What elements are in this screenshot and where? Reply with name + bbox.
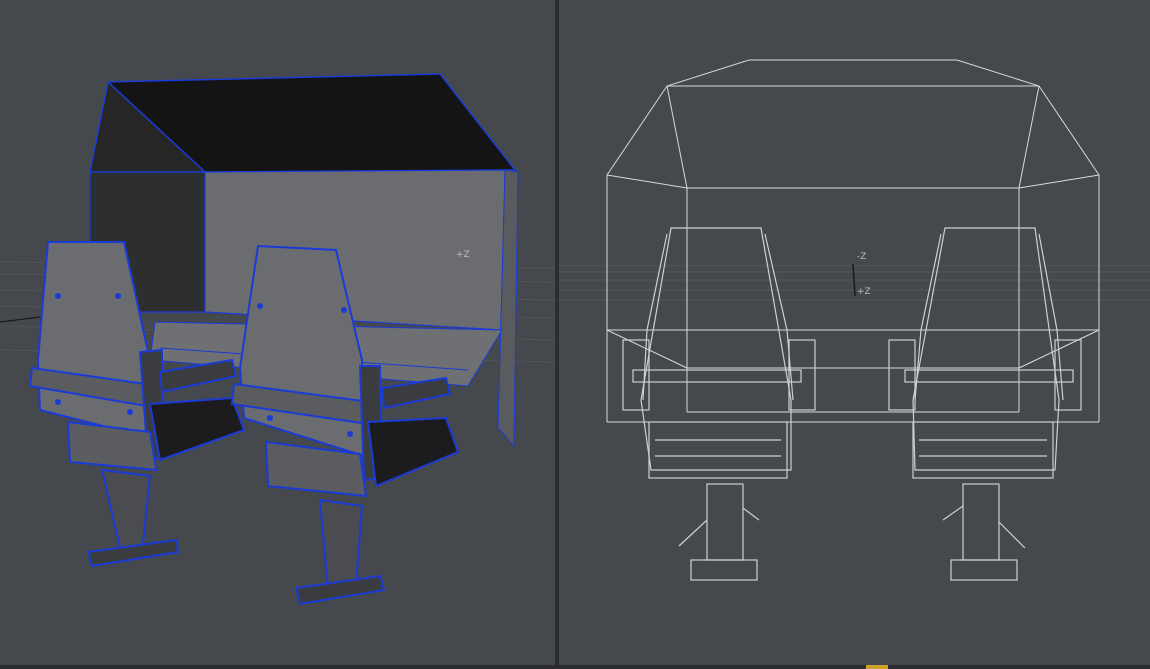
status-strip: [0, 665, 1150, 669]
neg-z-axis-label: -Z: [857, 252, 867, 262]
chair-right-wireframe: [888, 227, 1082, 581]
chair-left-wireframe: [622, 227, 816, 581]
active-indicator: [866, 665, 888, 669]
shaded-scene: [0, 73, 555, 606]
cabin-wireframe: [606, 59, 1100, 423]
wireframe-scene: [559, 59, 1150, 581]
pos-z-axis-label: +Z: [857, 287, 871, 297]
front-viewport-wireframe[interactable]: -Z +Z: [559, 0, 1150, 665]
perspective-viewport-shaded[interactable]: +Z: [0, 0, 555, 665]
z-axis-gizmo-line: [852, 263, 856, 297]
z-axis-gizmo-icon: +Z: [456, 250, 470, 260]
